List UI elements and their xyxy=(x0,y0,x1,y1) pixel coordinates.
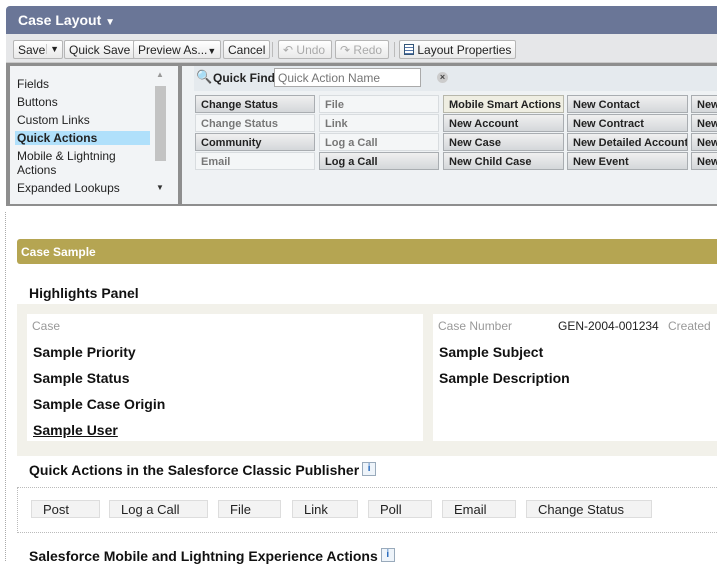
quick-action-item[interactable]: New Account xyxy=(443,114,564,132)
quick-action-item[interactable]: Email xyxy=(195,152,315,170)
quick-action-item[interactable]: Community xyxy=(195,133,315,151)
field-value: Sample Case Origin xyxy=(33,396,166,412)
quick-action-item[interactable]: New Child Case xyxy=(443,152,564,170)
chevron-down-icon[interactable]: ▼ xyxy=(46,44,59,54)
quick-find-label: Quick Find xyxy=(213,71,276,85)
classic-publisher-actions: Post Log a Call File Link Poll Email Change St… xyxy=(17,487,717,533)
preview-as-button[interactable]: Preview As...▼ xyxy=(133,40,221,59)
quick-action-item[interactable]: New xyxy=(691,95,717,113)
classic-publisher-title-text: Quick Actions in the Salesforce Classic … xyxy=(29,462,360,478)
category-quick-actions[interactable]: Quick Actions xyxy=(15,131,150,145)
field-value: Sample Priority xyxy=(33,344,136,360)
case-number-value: GEN-2004-001234 xyxy=(558,319,659,333)
classic-publisher-title: Quick Actions in the Salesforce Classic … xyxy=(29,462,377,478)
category-fields[interactable]: Fields xyxy=(15,77,150,91)
publisher-action[interactable]: Link xyxy=(292,500,358,518)
search-icon: 🔍 xyxy=(196,69,213,84)
quick-action-item[interactable]: Change Status xyxy=(195,95,315,113)
mobile-actions-title: Salesforce Mobile and Lightning Experien… xyxy=(29,548,395,564)
highlights-left: Case Sample Priority Sample Status Sampl… xyxy=(27,314,423,441)
scrollbar-thumb[interactable] xyxy=(155,86,166,161)
publisher-action[interactable]: Post xyxy=(31,500,100,518)
quick-action-item[interactable]: New Event xyxy=(567,152,688,170)
publisher-action[interactable]: Email xyxy=(442,500,516,518)
properties-icon xyxy=(404,44,414,55)
scrollbar[interactable]: ▲ ▼ xyxy=(154,66,167,202)
quick-action-item[interactable]: Change Status xyxy=(195,114,315,132)
save-button[interactable]: Save ▼ xyxy=(13,40,63,59)
category-mobile-lightning-actions[interactable]: Mobile & Lightning Actions xyxy=(15,149,145,177)
info-icon[interactable]: i xyxy=(380,548,395,562)
quick-action-item[interactable]: New Contact xyxy=(567,95,688,113)
field-value: Sample Description xyxy=(439,370,570,386)
palette-items: 🔍 Quick Find × Change StatusChange Statu… xyxy=(182,66,717,204)
case-number-label: Case Number xyxy=(438,319,513,333)
quick-action-item[interactable]: New Detailed Account xyxy=(567,133,688,151)
sample-user-link[interactable]: Sample User xyxy=(33,422,118,438)
clear-icon[interactable]: × xyxy=(437,72,448,83)
undo-icon: ↶ xyxy=(283,43,294,57)
preview-label: Preview As... xyxy=(138,43,208,57)
palette-category-list: Fields Buttons Custom Links Quick Action… xyxy=(10,66,178,204)
divider xyxy=(5,212,6,561)
layout-properties-button[interactable]: Layout Properties xyxy=(399,40,517,59)
quick-action-item[interactable]: New Contract xyxy=(567,114,688,132)
redo-icon: ↷ xyxy=(340,43,351,57)
redo-button[interactable]: ↷ Redo xyxy=(335,40,389,59)
quick-action-item[interactable]: New Case xyxy=(443,133,564,151)
scroll-up-icon[interactable]: ▲ xyxy=(156,70,164,79)
category-buttons[interactable]: Buttons xyxy=(15,95,150,109)
case-label: Case xyxy=(32,319,61,333)
quick-action-item[interactable]: Log a Call xyxy=(319,152,439,170)
quick-action-item[interactable]: New xyxy=(691,114,717,132)
page-title[interactable]: Case Layout xyxy=(18,12,101,28)
scroll-down-icon[interactable]: ▼ xyxy=(156,183,164,192)
undo-button[interactable]: ↶ Undo xyxy=(278,40,332,59)
save-label[interactable]: Save xyxy=(18,43,45,57)
publisher-action[interactable]: Poll xyxy=(368,500,432,518)
quick-action-item[interactable]: Link xyxy=(319,114,439,132)
redo-label: Redo xyxy=(353,43,383,57)
section-header[interactable]: Case Sample xyxy=(17,239,717,264)
highlights-panel-title: Highlights Panel xyxy=(29,285,139,301)
highlights-right: Case Number GEN-2004-001234 Created Samp… xyxy=(433,314,717,441)
publisher-action[interactable]: Change Status xyxy=(526,500,652,518)
quick-action-item[interactable]: Mobile Smart Actions xyxy=(443,95,564,113)
toolbar: Save ▼ Quick Save Preview As...▼ Cancel ↶… xyxy=(6,34,717,63)
chevron-down-icon: ▼ xyxy=(207,46,217,56)
chevron-down-icon[interactable]: ▼ xyxy=(105,17,115,28)
undo-label: Undo xyxy=(296,43,326,57)
layout-properties-label: Layout Properties xyxy=(417,43,512,57)
category-custom-links[interactable]: Custom Links xyxy=(15,113,150,127)
quick-action-item[interactable]: Log a Call xyxy=(319,133,439,151)
field-value: Sample Subject xyxy=(439,344,544,360)
quick-action-item[interactable]: New xyxy=(691,133,717,151)
highlights-panel[interactable]: Case Sample Priority Sample Status Sampl… xyxy=(17,304,717,456)
publisher-action[interactable]: Log a Call xyxy=(109,500,208,518)
divider xyxy=(394,42,395,57)
quick-find-input[interactable] xyxy=(274,68,421,87)
info-icon[interactable]: i xyxy=(362,462,377,476)
header: Case Layout ▼ xyxy=(6,6,717,34)
mobile-actions-title-text: Salesforce Mobile and Lightning Experien… xyxy=(29,548,378,564)
publisher-action[interactable]: File xyxy=(218,500,281,518)
created-label: Created xyxy=(668,319,711,333)
category-expanded-lookups[interactable]: Expanded Lookups xyxy=(15,181,150,195)
field-value: Sample Status xyxy=(33,370,130,386)
quick-save-button[interactable]: Quick Save xyxy=(64,40,136,59)
divider xyxy=(272,42,273,57)
quick-find-bar: 🔍 Quick Find × xyxy=(194,66,717,91)
quick-action-item[interactable]: New xyxy=(691,152,717,170)
cancel-button[interactable]: Cancel xyxy=(223,40,271,59)
quick-action-item[interactable]: File xyxy=(319,95,439,113)
